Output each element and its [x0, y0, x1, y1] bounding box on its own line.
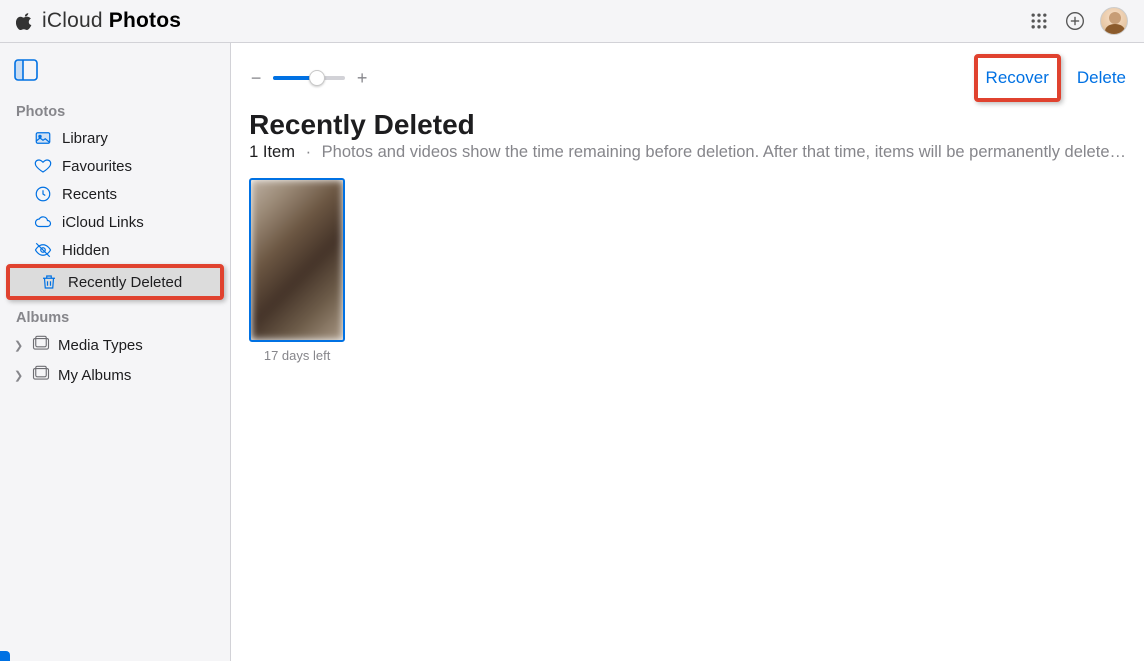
trash-icon [40, 273, 58, 291]
app-title-bold: Photos [109, 9, 181, 32]
photo-thumbnail[interactable] [249, 178, 345, 342]
zoom-slider[interactable] [273, 76, 345, 80]
cloud-link-icon [34, 213, 52, 231]
highlight-recently-deleted: Recently Deleted [6, 264, 224, 300]
page-description: Photos and videos show the time remainin… [322, 143, 1126, 161]
recover-button[interactable]: Recover [986, 68, 1049, 87]
sidebar-item-label: Favourites [62, 158, 132, 175]
sidebar-item-label: Recently Deleted [68, 274, 182, 291]
toolbar-actions: Recover Delete [974, 54, 1126, 102]
main-area: Photos Library Favourites Recents iCloud… [0, 43, 1144, 661]
photo-item[interactable]: 17 days left [249, 178, 345, 363]
content-pane: − + Recover Delete Recently Deleted 1 It… [231, 43, 1144, 661]
separator-dot: · [300, 143, 318, 161]
header-left: iCloud Photos [16, 9, 181, 33]
app-header: iCloud Photos [0, 0, 1144, 43]
sidebar-item-label: Hidden [62, 242, 110, 259]
chevron-right-icon: ❯ [14, 369, 24, 382]
sidebar-section-photos: Photos [0, 94, 230, 124]
sidebar-item-hidden[interactable]: Hidden [4, 236, 226, 264]
zoom-out-button[interactable]: − [249, 68, 263, 89]
sidebar-item-recents[interactable]: Recents [4, 180, 226, 208]
sidebar-item-favourites[interactable]: Favourites [4, 152, 226, 180]
apple-logo-icon[interactable] [16, 12, 34, 30]
chevron-right-icon: ❯ [14, 339, 24, 352]
sidebar-item-media-types[interactable]: ❯ Media Types [0, 330, 230, 360]
sidebar-item-my-albums[interactable]: ❯ My Albums [0, 360, 230, 390]
add-button[interactable] [1064, 10, 1086, 32]
sidebar-item-label: Media Types [58, 337, 143, 354]
photo-grid: 17 days left [231, 178, 1144, 363]
item-count: 1 Item [249, 143, 295, 161]
sidebar-item-label: My Albums [58, 367, 131, 384]
folder-icon [32, 365, 50, 385]
page-title: Recently Deleted [231, 97, 1144, 143]
sidebar-item-label: iCloud Links [62, 214, 144, 231]
zoom-slider-thumb[interactable] [309, 70, 325, 86]
heart-icon [34, 157, 52, 175]
zoom-slider-fill [273, 76, 313, 80]
page-subtitle: 1 Item · Photos and videos show the time… [231, 143, 1144, 178]
bottom-corner-indicator [0, 651, 10, 661]
sidebar-item-recently-deleted[interactable]: Recently Deleted [10, 268, 220, 296]
header-right [1028, 7, 1128, 35]
photo-thumbnail-image [251, 180, 343, 340]
clock-icon [34, 185, 52, 203]
highlight-recover: Recover [974, 54, 1061, 102]
sidebar-section-albums: Albums [0, 300, 230, 330]
delete-button[interactable]: Delete [1077, 68, 1126, 88]
sidebar: Photos Library Favourites Recents iCloud… [0, 43, 231, 661]
sidebar-toggle-button[interactable] [0, 51, 230, 94]
zoom-control: − + [249, 68, 369, 89]
eye-off-icon [34, 241, 52, 259]
sidebar-item-icloud-links[interactable]: iCloud Links [4, 208, 226, 236]
app-launcher-icon[interactable] [1028, 10, 1050, 32]
app-title: iCloud Photos [42, 9, 181, 33]
photo-days-left: 17 days left [264, 348, 331, 363]
folder-icon [32, 335, 50, 355]
zoom-in-button[interactable]: + [355, 68, 369, 89]
content-toolbar: − + Recover Delete [231, 43, 1144, 97]
sidebar-item-label: Library [62, 130, 108, 147]
account-avatar[interactable] [1100, 7, 1128, 35]
library-icon [34, 129, 52, 147]
sidebar-item-library[interactable]: Library [4, 124, 226, 152]
app-title-light: iCloud [42, 9, 109, 32]
sidebar-item-label: Recents [62, 186, 117, 203]
